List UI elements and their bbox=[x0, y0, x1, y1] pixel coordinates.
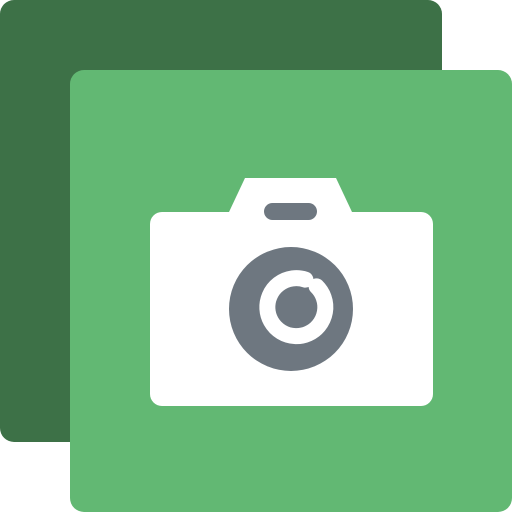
viewfinder-slot bbox=[264, 203, 317, 220]
lens bbox=[229, 247, 353, 371]
gallery-camera-icon bbox=[0, 0, 512, 512]
icon-canvas bbox=[0, 0, 512, 512]
camera-icon bbox=[150, 178, 433, 406]
